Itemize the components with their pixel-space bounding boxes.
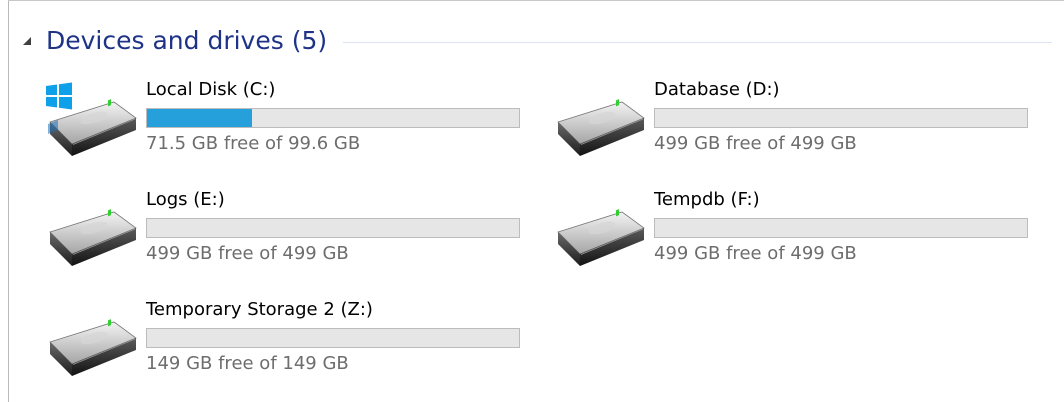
drive-usage-bar	[654, 218, 1028, 238]
pane-border-left	[8, 0, 9, 402]
drive-tile-c[interactable]: Local Disk (C:) 71.5 GB free of 99.6 GB	[42, 79, 520, 180]
pane-border-top	[8, 0, 1064, 1]
drive-tile-z[interactable]: Temporary Storage 2 (Z:) 149 GB free of …	[42, 299, 520, 400]
drive-name: Local Disk (C:)	[146, 79, 276, 100]
hard-drive-icon	[557, 98, 645, 157]
drive-usage-bar	[654, 108, 1028, 128]
windows-logo-icon	[46, 82, 72, 110]
system-drive-icon	[46, 82, 137, 157]
devices-group-header[interactable]: Devices and drives (5)	[22, 20, 1052, 60]
hard-drive-icon	[49, 208, 137, 267]
drive-name: Temporary Storage 2 (Z:)	[146, 299, 373, 320]
drive-name: Database (D:)	[654, 79, 780, 100]
group-title: Devices and drives (5)	[46, 25, 328, 55]
drive-free-space: 499 GB free of 499 GB	[654, 243, 857, 264]
drive-free-space: 499 GB free of 499 GB	[146, 243, 349, 264]
drive-name: Logs (E:)	[146, 189, 225, 210]
drive-tile-e[interactable]: Logs (E:) 499 GB free of 499 GB	[42, 189, 520, 290]
drive-tile-f[interactable]: Tempdb (F:) 499 GB free of 499 GB	[550, 189, 1028, 290]
drive-usage-bar	[146, 328, 520, 348]
drive-tile-d[interactable]: Database (D:) 499 GB free of 499 GB	[550, 79, 1028, 180]
drive-usage-fill	[147, 109, 252, 127]
drive-free-space: 71.5 GB free of 99.6 GB	[146, 133, 361, 154]
drive-free-space: 499 GB free of 499 GB	[654, 133, 857, 154]
drive-name: Tempdb (F:)	[654, 189, 760, 210]
drive-usage-bar	[146, 218, 520, 238]
hard-drive-icon	[49, 318, 137, 377]
hard-drive-icon	[557, 208, 645, 267]
group-divider	[343, 41, 1052, 43]
drive-usage-bar	[146, 108, 520, 128]
drive-free-space: 149 GB free of 149 GB	[146, 353, 349, 374]
collapse-triangle-icon[interactable]	[22, 36, 32, 46]
